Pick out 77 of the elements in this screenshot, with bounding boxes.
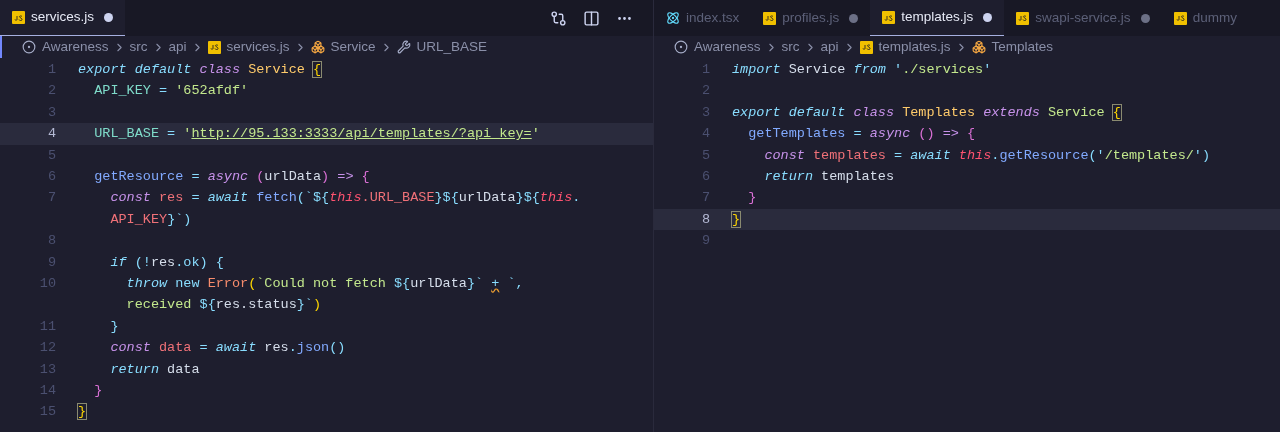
editor-tab[interactable]: services.js [0,0,125,36]
circle-icon [22,40,36,54]
breadcrumb-item[interactable]: URL_BASE [416,36,488,58]
editor-tab[interactable]: swapi-service.js [1004,0,1162,36]
js-file-icon [859,40,873,54]
breadcrumb-item[interactable]: Awareness [694,36,761,58]
line-number: 7 [46,189,56,208]
breadcrumb-item[interactable]: api [820,36,839,58]
editor-tab[interactable]: dummy [1161,0,1249,36]
code-text: received ${res.status}`) [125,296,323,315]
code-text: throw new Error(`Could not fetch ${urlData}` + `, [125,275,524,294]
line-number: 5 [700,146,710,165]
line-number: 13 [38,360,56,379]
code-text: URL_BASE = 'http://95.133:3333/api/templates/?api_key=' [93,125,540,144]
class-icon [310,40,325,54]
code-text: getResource = async (urlData) => { [93,168,370,187]
wrench-icon [396,40,411,54]
code-text: } [78,403,87,422]
editor-tab[interactable]: profiles.js [751,0,871,36]
line-number: 9 [700,232,710,251]
line-number: 10 [38,275,56,294]
line-number: 9 [46,253,56,272]
code-text: export default class Templates extends Service { [732,103,1121,122]
compare-changes-icon[interactable] [550,9,567,27]
code-text: } [747,189,757,208]
line-number: 5 [46,146,56,165]
line-number: 4 [700,125,710,144]
code-text: } [732,210,741,229]
circle-icon [674,40,688,54]
line-number: 15 [38,403,56,422]
breadcrumb-item[interactable]: services.js [226,36,290,58]
code-text: API_KEY = '652afdf' [93,82,249,101]
breadcrumb-item[interactable]: api [168,36,187,58]
line-number: 8 [700,210,710,229]
line-number: 6 [46,168,56,187]
code-text: } [109,317,119,336]
js-file-icon [763,11,777,25]
editor-tab[interactable]: templates.js [870,0,1005,36]
line-number: 1 [700,61,710,79]
breadcrumb-item[interactable]: src [129,36,148,58]
line-number: 4 [46,125,56,144]
code-text: const templates = await this.getResource('/templates/') [763,146,1211,165]
js-file-icon [882,11,896,24]
breadcrumb-item[interactable]: Awareness [42,36,109,58]
line-number: 1 [46,61,56,79]
js-file-icon [1016,11,1030,25]
line-number: 2 [700,82,710,101]
code-text: API_KEY}`) [109,210,193,229]
js-file-icon [1173,11,1187,25]
line-number: 6 [700,168,710,187]
code-text: return templates [763,168,895,187]
code-text: import Service from './services' [732,61,992,79]
code-text: export default class Service { [78,61,322,79]
line-number: 8 [46,232,56,251]
breadcrumb-item[interactable]: Templates [991,36,1054,58]
js-file-icon [207,40,221,54]
code-text: const data = await res.json() [109,339,346,358]
breadcrumb-item[interactable]: templates.js [878,36,951,58]
code-text: return data [109,360,200,379]
breadcrumb-item[interactable]: Service [330,36,376,58]
code-text: if (!res.ok) { [109,253,224,272]
line-number: 12 [38,339,56,358]
code-text: getTemplates = async () => { [747,125,976,144]
line-number: 11 [38,317,56,336]
line-number: 3 [700,103,710,122]
js-file-icon [12,11,25,24]
code-text: const res = await fetch(`${this.URL_BASE}${urlData}${this. [109,189,581,208]
code-text: } [93,382,103,401]
split-editor-icon[interactable] [583,9,600,27]
line-number: 3 [46,103,56,122]
line-number: 14 [38,382,56,401]
breadcrumb-item[interactable]: src [781,36,800,58]
line-number: 2 [46,82,56,101]
class-icon [971,40,986,54]
editor-tab[interactable]: index.tsx [654,0,752,36]
line-number: 7 [700,189,710,208]
atom-icon [666,11,680,25]
